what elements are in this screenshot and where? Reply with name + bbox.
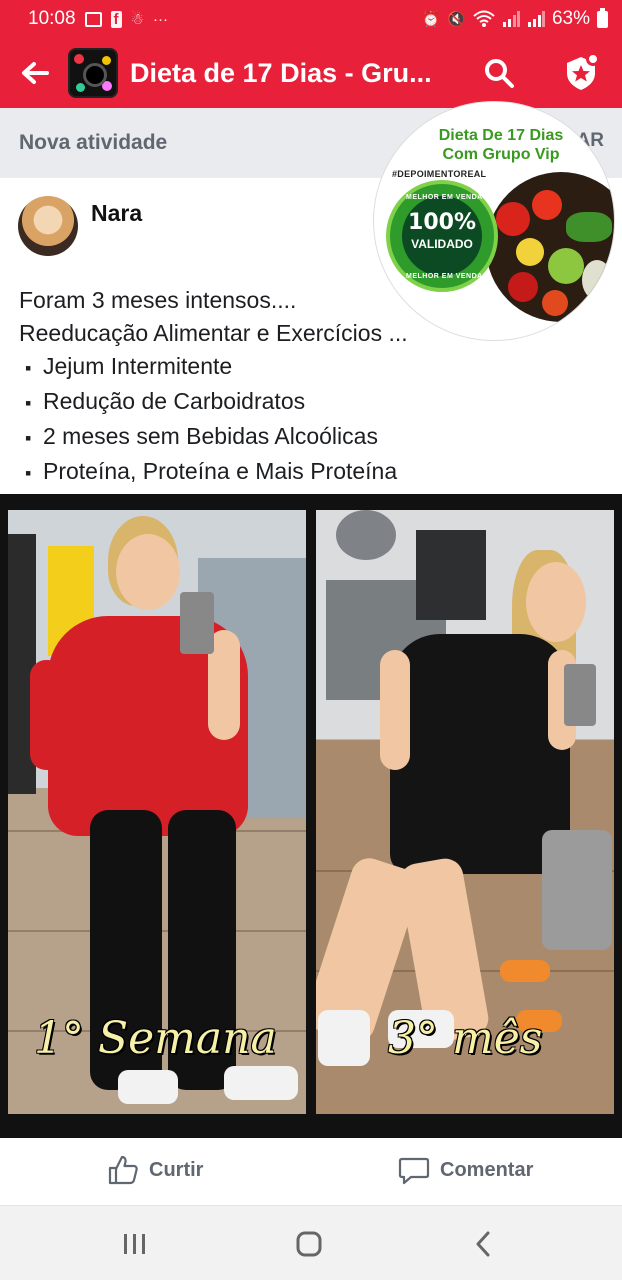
post-body: Foram 3 meses intensos.... Reeducação Al… bbox=[19, 284, 408, 490]
new-activity-label: Nova atividade bbox=[19, 131, 168, 154]
signal-icon bbox=[502, 11, 520, 27]
seal-bottom-text: MELHOR EM VENDAS bbox=[406, 273, 488, 280]
wifi-icon bbox=[473, 10, 495, 27]
search-icon bbox=[485, 59, 514, 88]
recent-apps-icon bbox=[124, 1234, 145, 1254]
notification-dot bbox=[586, 52, 600, 66]
promo-hashtag: #DEPOIMENTOREAL bbox=[392, 169, 487, 179]
list-item: Redução de Carboidratos bbox=[19, 385, 408, 420]
recent-apps-button[interactable] bbox=[115, 1224, 155, 1264]
comment-label: Comentar bbox=[440, 1158, 534, 1181]
promo-overlay[interactable]: Dieta De 17 Dias Com Grupo Vip #DEPOIMEN… bbox=[374, 102, 614, 340]
promo-title-line: Com Grupo Vip bbox=[442, 146, 560, 163]
home-icon bbox=[296, 1231, 322, 1257]
thumbs-up-icon bbox=[108, 1155, 138, 1185]
system-back-button[interactable] bbox=[463, 1224, 503, 1264]
back-button[interactable] bbox=[0, 38, 70, 108]
mute-icon: 🔇 bbox=[447, 11, 466, 28]
post-line: Reeducação Alimentar e Exercícios ... bbox=[19, 320, 408, 346]
page-title[interactable]: Dieta de 17 Dias - Gru... bbox=[130, 58, 430, 89]
battery-percent: 63% bbox=[551, 8, 590, 29]
promo-title-line: Dieta De 17 Dias bbox=[438, 127, 564, 144]
before-caption: 1° Semana bbox=[34, 1013, 277, 1064]
battery-icon bbox=[597, 7, 608, 28]
gallery-icon bbox=[84, 11, 102, 27]
comment-icon bbox=[398, 1157, 430, 1185]
after-photo: 3° mês bbox=[316, 510, 614, 1114]
search-button[interactable] bbox=[474, 48, 524, 98]
avatar[interactable] bbox=[18, 196, 78, 256]
comment-button[interactable]: Comentar bbox=[398, 1154, 533, 1186]
back-icon bbox=[476, 1231, 490, 1257]
seal-top-text: MELHOR EM VENDAS bbox=[406, 194, 488, 201]
list-item: Proteína, Proteína e Mais Proteína bbox=[19, 455, 408, 490]
app-bar: Dieta de 17 Dias - Gru... bbox=[0, 38, 622, 108]
post-photo[interactable]: 1° Semana 3° mês bbox=[0, 494, 622, 1138]
home-button[interactable] bbox=[289, 1224, 329, 1264]
facebook-icon: f bbox=[110, 10, 122, 28]
seal-percent: 100% bbox=[408, 210, 476, 235]
post-list: Jejum Intermitente Redução de Carboidrat… bbox=[19, 350, 408, 490]
validated-seal: MELHOR EM VENDAS 100% VALIDADO MELHOR EM… bbox=[386, 180, 498, 292]
post-author[interactable]: Nara bbox=[18, 196, 142, 256]
alarm-icon: ⏰ bbox=[421, 11, 441, 28]
notification-icon: ☃ bbox=[130, 11, 144, 28]
post-actions: Curtir Comentar bbox=[0, 1138, 622, 1206]
list-item: Jejum Intermitente bbox=[19, 350, 408, 385]
before-photo: 1° Semana bbox=[8, 510, 306, 1114]
author-name[interactable]: Nara bbox=[91, 200, 142, 256]
status-dots: ··· bbox=[153, 10, 168, 28]
status-bar: 10:08 f ☃ ··· ⏰ 🔇 63% bbox=[0, 0, 622, 38]
seal-word: VALIDADO bbox=[411, 237, 473, 251]
like-button[interactable]: Curtir bbox=[107, 1154, 203, 1186]
signal-icon-2 bbox=[527, 11, 545, 27]
group-avatar[interactable] bbox=[68, 48, 118, 98]
list-item: 2 meses sem Bebidas Alcoólicas bbox=[19, 420, 408, 455]
system-nav-bar bbox=[0, 1206, 622, 1280]
status-time: 10:08 bbox=[28, 8, 76, 29]
like-label: Curtir bbox=[149, 1158, 204, 1181]
promo-title: Dieta De 17 Dias Com Grupo Vip bbox=[406, 126, 596, 164]
admin-badge-button[interactable] bbox=[556, 48, 606, 98]
after-caption: 3° mês bbox=[388, 1013, 543, 1064]
vegetables-image bbox=[486, 172, 614, 322]
back-arrow-icon bbox=[22, 62, 49, 84]
post-line: Foram 3 meses intensos.... bbox=[19, 287, 297, 313]
